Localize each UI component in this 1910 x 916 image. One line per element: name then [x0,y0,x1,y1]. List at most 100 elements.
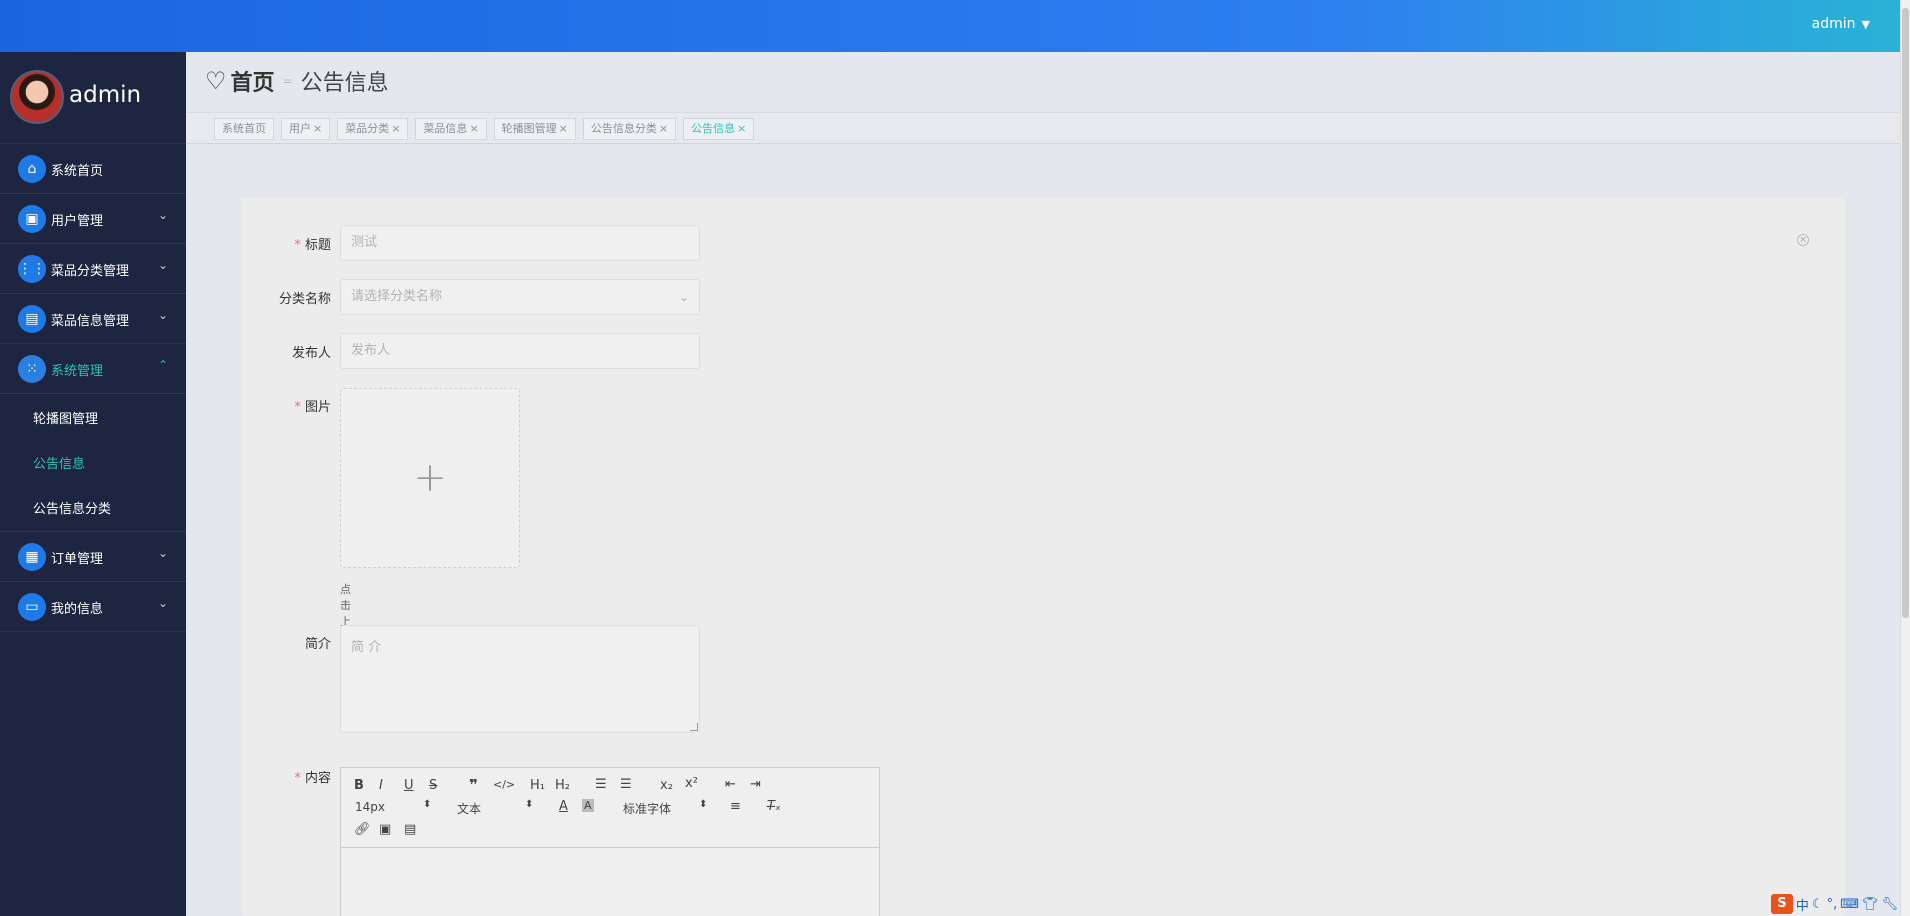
tag-dish-info[interactable]: 菜品信息 × [415,118,487,140]
sidebar-item-label: 我的信息 [51,602,104,617]
tag-dish-category[interactable]: 菜品分类 × [337,118,409,140]
tag-label: 轮播图管理 [501,122,557,135]
ordered-list-icon[interactable]: ☰ [595,777,607,792]
sidebar-item-home[interactable]: ⌂ 系统首页 [0,144,186,194]
sidebar-item-label: 订单管理 [51,552,104,567]
close-icon[interactable]: × [737,122,746,135]
tag-users[interactable]: 用户 × [281,118,331,140]
tag-label: 菜品信息 [423,122,468,135]
intro-label: 简介 [304,637,331,652]
apps-icon: ⁙ [18,355,46,383]
breadcrumb-separator: = [282,74,293,88]
background-color-icon[interactable]: A [582,799,594,812]
sidebar-item-orders[interactable]: ▦ 订单管理 ⌄ [0,532,186,582]
card-icon: ▭ [18,593,46,621]
tag-home[interactable]: 系统首页 [214,118,274,140]
subscript-icon[interactable]: x₂ [660,778,673,793]
tag-notice[interactable]: 公告信息 × [683,118,755,140]
bold-icon[interactable]: B [354,778,364,793]
outdent-icon[interactable]: ⇤ [725,777,736,792]
strike-icon[interactable]: S [429,778,437,793]
tag-label: 公告信息 [691,122,736,135]
breadcrumb-home[interactable]: 首页 [231,65,275,97]
editor-toolbar: B I U S ❞ </> H₁ H₂ ☰ ☰ x₂ x² ⇤ ⇥ 14px ⬍… [341,768,879,848]
sidebar-item-label: 菜品分类管理 [51,264,130,279]
briefcase-icon: ▣ [18,205,46,233]
sidebar-subitem-notice-category[interactable]: 公告信息分类 [0,484,186,529]
close-icon[interactable]: × [659,122,668,135]
sogou-icon[interactable]: S [1770,894,1793,914]
ime-language[interactable]: 中 [1796,895,1809,914]
chevron-down-icon: ⌄ [157,546,168,560]
sidebar-subitem-carousel[interactable]: 轮播图管理 [0,394,186,439]
sidebar-subitem-label: 公告信息 [33,457,86,472]
resize-handle[interactable] [690,723,698,731]
publisher-input[interactable]: 发布人 [340,333,700,369]
chevron-down-icon: ⌄ [157,308,168,322]
user-menu[interactable]: admin ▼ [1812,16,1870,32]
header1-icon[interactable]: H₁ [530,778,545,793]
chevron-down-icon: ⌄ [157,596,168,610]
sidebar: admin ⌂ 系统首页 ▣ 用户管理 ⌄ ⋮⋮ 菜品分类管理 ⌄ ▤ 菜品信息… [0,52,186,916]
superscript-icon[interactable]: x² [685,776,698,791]
tag-carousel[interactable]: 轮播图管理 × [493,118,576,140]
clipboard-icon: ▤ [18,305,46,333]
shirt-icon[interactable]: 👕︎ [1862,897,1879,912]
font-size-select[interactable]: 14px [355,800,385,814]
clear-format-icon[interactable]: T̶ₓ [767,799,781,814]
blockquote-icon[interactable]: ❞ [469,776,478,794]
sidebar-subitem-label: 轮播图管理 [33,412,99,427]
moon-icon[interactable]: ☾ [1812,897,1824,912]
profile-name: admin [69,82,142,108]
sort-icon: ⬍ [423,799,432,810]
link-icon[interactable]: 🔗︎ [354,822,371,837]
font-family-select[interactable]: 标准字体 [623,800,671,817]
format-select[interactable]: 文本 [457,800,481,817]
editor-content[interactable] [341,848,879,916]
sidebar-item-system[interactable]: ⁙ 系统管理 ⌃ [0,344,186,394]
image-icon[interactable]: ▣ [379,822,391,837]
chevron-down-icon: ⌄ [157,258,168,272]
italic-icon[interactable]: I [379,778,383,793]
scrollbar-thumb[interactable] [1902,8,1909,618]
sidebar-item-dish-info[interactable]: ▤ 菜品信息管理 ⌄ [0,294,186,344]
avatar [10,70,64,124]
underline-icon[interactable]: U [404,778,414,793]
dashboard-icon: ▦ [18,543,46,571]
wrench-icon[interactable]: 🔧︎ [1881,897,1898,912]
chevron-down-icon: ⌄ [157,208,168,222]
close-icon[interactable]: × [391,122,400,135]
vertical-scrollbar[interactable] [1900,0,1910,916]
video-icon[interactable]: ▤ [404,822,416,837]
close-circle-icon[interactable]: × [1797,234,1809,246]
code-block-icon[interactable]: </> [493,778,515,791]
category-select[interactable]: 请选择分类名称 ⌄ [340,279,700,315]
bullet-list-icon[interactable]: ☰ [620,777,632,792]
sidebar-item-users[interactable]: ▣ 用户管理 ⌄ [0,194,186,244]
tag-label: 系统首页 [222,122,266,135]
sidebar-subitem-notice[interactable]: 公告信息 [0,439,186,484]
category-label: 分类名称 [278,292,331,307]
sort-icon: ⬍ [525,799,534,810]
tag-notice-category[interactable]: 公告信息分类 × [582,118,677,140]
publisher-label: 发布人 [291,346,331,361]
heart-icon: ♡ [205,67,227,95]
close-icon[interactable]: × [559,122,568,135]
image-upload[interactable]: + [340,388,520,568]
intro-textarea[interactable]: 简 介 [340,625,700,733]
ime-toolbar: S 中 ☾ °, ⌨ 👕︎ 🔧︎ [1770,893,1898,915]
user-name: admin [1811,16,1856,32]
indent-icon[interactable]: ⇥ [750,777,761,792]
align-icon[interactable]: ≡ [730,799,741,814]
close-icon[interactable]: × [469,122,478,135]
category-placeholder: 请选择分类名称 [351,289,443,304]
title-input[interactable]: 测试 [340,225,700,261]
header2-icon[interactable]: H₂ [555,778,570,793]
font-color-icon[interactable]: A [559,799,568,814]
sidebar-item-label: 用户管理 [51,214,104,229]
close-icon[interactable]: × [313,122,322,135]
punctuation-icon[interactable]: °, [1827,897,1838,912]
sidebar-item-my-info[interactable]: ▭ 我的信息 ⌄ [0,582,186,632]
keyboard-icon[interactable]: ⌨ [1840,897,1859,912]
sidebar-item-dish-category[interactable]: ⋮⋮ 菜品分类管理 ⌄ [0,244,186,294]
